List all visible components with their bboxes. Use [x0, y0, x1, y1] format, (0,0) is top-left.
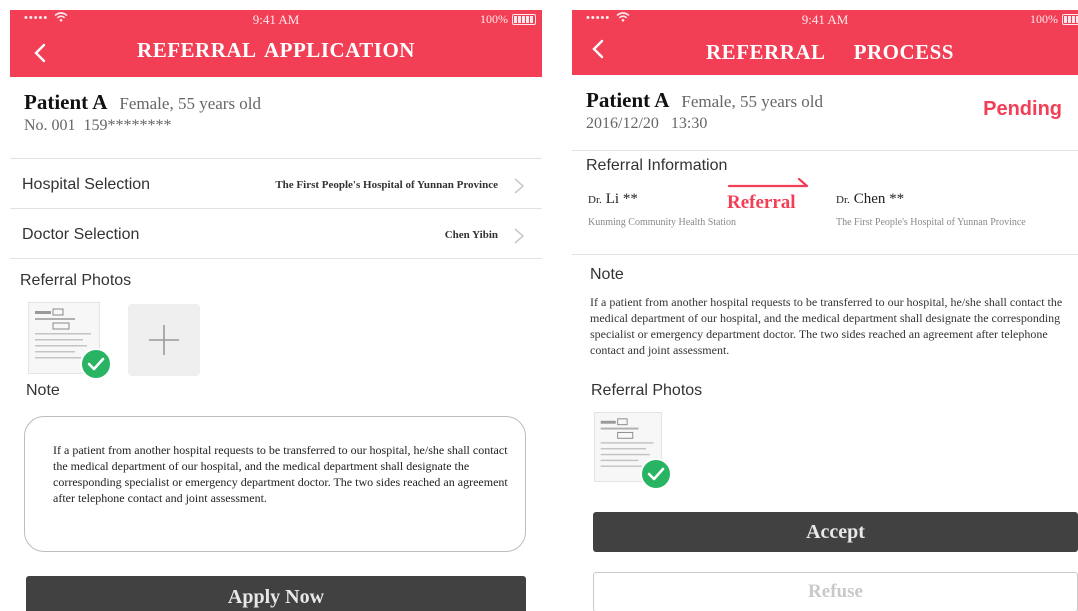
chevron-right-icon — [514, 178, 525, 194]
patient-name: Patient A — [586, 88, 670, 112]
photo-selected-badge — [80, 348, 112, 380]
divider — [10, 158, 542, 159]
apply-now-button[interactable]: Apply Now — [26, 576, 526, 611]
to-doctor: Dr. Chen ** — [836, 190, 904, 208]
battery-icon — [1062, 14, 1078, 25]
status-badge: Pending — [983, 98, 1062, 120]
doctor-selection-row[interactable]: Doctor Selection Chen Yibin — [10, 212, 542, 260]
check-icon — [87, 357, 105, 371]
from-doctor-name: Li ** — [605, 191, 638, 207]
patient-name: Patient A — [24, 90, 108, 114]
chevron-right-icon — [514, 228, 525, 244]
battery-icon — [512, 14, 536, 25]
battery-percent: 100% — [480, 12, 508, 26]
patient-meta: Female, 55 years old — [681, 92, 824, 111]
photo-selected-badge — [640, 458, 672, 490]
note-label: Note — [590, 266, 624, 283]
note-text: If a patient from another hospital reque… — [590, 295, 1063, 357]
referral-direction-label: Referral — [727, 192, 796, 213]
header-bar: ••••• 9:41 AM 100% REFERRAL PROCESS — [572, 10, 1078, 75]
accept-button[interactable]: Accept — [593, 512, 1078, 552]
refuse-button[interactable]: Refuse — [593, 572, 1078, 611]
referral-application-screen: ••••• 9:41 AM 100% REFERRAL APPLICATION … — [10, 10, 542, 611]
from-doctor: Dr. Li ** — [588, 190, 638, 208]
status-time: 9:41 AM — [252, 12, 300, 27]
status-bar: ••••• 9:41 AM 100% — [10, 10, 542, 30]
add-photo-button[interactable] — [128, 304, 200, 376]
divider — [10, 208, 542, 209]
page-title: REFERRAL APPLICATION — [137, 38, 415, 62]
hospital-selection-value: The First People's Hospital of Yunnan Pr… — [275, 179, 498, 191]
to-doctor-name: Chen ** — [853, 191, 905, 207]
doctor-selection-label: Doctor Selection — [22, 226, 140, 243]
note-label: Note — [26, 382, 60, 399]
status-time: 9:41 AM — [801, 12, 849, 27]
referral-photos-label: Referral Photos — [591, 382, 703, 399]
referral-information-label: Referral Information — [586, 157, 728, 174]
divider — [10, 258, 542, 259]
patient-number: No. 001 159******** — [24, 117, 172, 134]
divider — [572, 150, 1078, 151]
note-text: If a patient from another hospital reque… — [53, 443, 508, 505]
check-icon — [647, 467, 665, 481]
battery-status: 100% — [480, 12, 536, 27]
note-textarea[interactable]: If a patient from another hospital reque… — [24, 416, 526, 552]
to-doctor-prefix: Dr. — [836, 194, 850, 206]
plus-icon — [149, 325, 179, 355]
status-bar: ••••• 9:41 AM 100% — [572, 10, 1078, 30]
arrow-right-icon — [727, 177, 809, 188]
referral-datetime: 2016/12/20 13:30 — [586, 115, 708, 132]
hospital-selection-row[interactable]: Hospital Selection The First People's Ho… — [10, 162, 542, 210]
to-doctor-hospital: The First People's Hospital of Yunnan Pr… — [836, 217, 1026, 228]
patient-info: Patient A Female, 55 years old 2016/12/2… — [586, 88, 823, 133]
page-title: REFERRAL PROCESS — [706, 40, 954, 64]
doctor-selection-value: Chen Yibin — [444, 229, 498, 241]
battery-percent: 100% — [1030, 12, 1058, 26]
patient-info: Patient A Female, 55 years old No. 001 1… — [24, 90, 261, 135]
from-doctor-hospital: Kunming Community Health Station — [588, 217, 737, 228]
hospital-selection-label: Hospital Selection — [22, 176, 151, 193]
header-bar: ••••• 9:41 AM 100% REFERRAL APPLICATION — [10, 10, 542, 77]
from-doctor-prefix: Dr. — [588, 194, 602, 206]
patient-meta: Female, 55 years old — [119, 94, 262, 113]
referral-photos-label: Referral Photos — [20, 272, 132, 289]
battery-status: 100% — [1030, 12, 1078, 27]
referral-process-screen: ••••• 9:41 AM 100% REFERRAL PROCESS Pati… — [572, 10, 1078, 611]
divider — [572, 254, 1078, 255]
